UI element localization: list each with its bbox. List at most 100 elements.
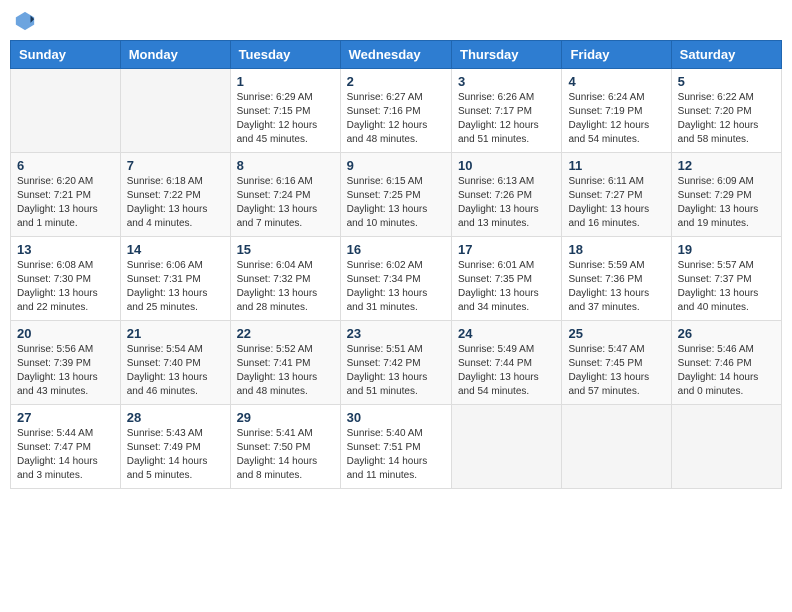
day-info: Sunrise: 6:18 AM Sunset: 7:22 PM Dayligh…: [127, 175, 224, 231]
calendar-cell: 26Sunrise: 5:46 AM Sunset: 7:46 PM Dayli…: [671, 321, 781, 405]
day-number: 8: [237, 158, 334, 173]
column-header-monday: Monday: [120, 41, 230, 69]
calendar-cell: [11, 69, 121, 153]
calendar-cell: 4 Sunrise: 6:24 AM Sunset: 7:19 PM Daylig…: [562, 69, 671, 153]
day-info: Sunrise: 6:24 AM Sunset: 7:19 PM Dayligh…: [568, 91, 664, 147]
day-info: Sunrise: 6:08 AM Sunset: 7:30 PM Dayligh…: [17, 259, 114, 315]
calendar-cell: 28 Sunrise: 5:43 AM Sunset: 7:49 PM Dayli…: [120, 405, 230, 489]
day-info: Sunrise: 5:43 AM Sunset: 7:49 PM Dayligh…: [127, 427, 224, 483]
day-info: Sunrise: 5:59 AM Sunset: 7:36 PM Dayligh…: [568, 259, 664, 315]
calendar-cell: 6Sunrise: 6:20 AM Sunset: 7:21 PM Daylig…: [11, 153, 121, 237]
day-info: Sunrise: 6:09 AM Sunset: 7:29 PM Dayligh…: [678, 175, 775, 231]
day-info: Sunrise: 6:22 AM Sunset: 7:20 PM Dayligh…: [678, 91, 775, 147]
day-info: Sunrise: 6:27 AM Sunset: 7:16 PM Dayligh…: [347, 91, 445, 147]
calendar-cell: 10 Sunrise: 6:13 AM Sunset: 7:26 PM Dayli…: [452, 153, 562, 237]
calendar-cell: 21Sunrise: 5:54 AM Sunset: 7:40 PM Dayli…: [120, 321, 230, 405]
column-header-thursday: Thursday: [452, 41, 562, 69]
day-number: 11: [568, 158, 664, 173]
day-number: 14: [127, 242, 224, 257]
day-info: Sunrise: 5:54 AM Sunset: 7:40 PM Dayligh…: [127, 343, 224, 399]
logo-icon: [14, 10, 36, 32]
calendar-cell: 16Sunrise: 6:02 AM Sunset: 7:34 PM Dayli…: [340, 237, 451, 321]
calendar-cell: [120, 69, 230, 153]
calendar-cell: 20Sunrise: 5:56 AM Sunset: 7:39 PM Dayli…: [11, 321, 121, 405]
column-header-friday: Friday: [562, 41, 671, 69]
day-number: 27: [17, 410, 114, 425]
day-number: 5: [678, 74, 775, 89]
column-header-sunday: Sunday: [11, 41, 121, 69]
calendar-cell: 13 Sunrise: 6:08 AM Sunset: 7:30 PM Dayli…: [11, 237, 121, 321]
day-info: Sunrise: 5:47 AM Sunset: 7:45 PM Dayligh…: [568, 343, 664, 399]
day-info: Sunrise: 6:13 AM Sunset: 7:26 PM Dayligh…: [458, 175, 555, 231]
calendar-cell: 22Sunrise: 5:52 AM Sunset: 7:41 PM Dayli…: [230, 321, 340, 405]
day-number: 17: [458, 242, 555, 257]
day-number: 22: [237, 326, 334, 341]
day-info: Sunrise: 6:20 AM Sunset: 7:21 PM Dayligh…: [17, 175, 114, 231]
calendar-cell: 3 Sunrise: 6:26 AM Sunset: 7:17 PM Daylig…: [452, 69, 562, 153]
calendar-cell: [562, 405, 671, 489]
day-info: Sunrise: 5:49 AM Sunset: 7:44 PM Dayligh…: [458, 343, 555, 399]
day-info: Sunrise: 5:44 AM Sunset: 7:47 PM Dayligh…: [17, 427, 114, 483]
day-number: 19: [678, 242, 775, 257]
day-number: 13: [17, 242, 114, 257]
day-info: Sunrise: 6:29 AM Sunset: 7:15 PM Dayligh…: [237, 91, 334, 147]
calendar-header-row: SundayMondayTuesdayWednesdayThursdayFrid…: [11, 41, 782, 69]
calendar-cell: 9Sunrise: 6:15 AM Sunset: 7:25 PM Daylig…: [340, 153, 451, 237]
day-info: Sunrise: 6:11 AM Sunset: 7:27 PM Dayligh…: [568, 175, 664, 231]
calendar-cell: 2 Sunrise: 6:27 AM Sunset: 7:16 PM Daylig…: [340, 69, 451, 153]
day-number: 16: [347, 242, 445, 257]
calendar-week-row: 27 Sunrise: 5:44 AM Sunset: 7:47 PM Dayli…: [11, 405, 782, 489]
calendar-cell: 24 Sunrise: 5:49 AM Sunset: 7:44 PM Dayli…: [452, 321, 562, 405]
calendar-cell: 14 Sunrise: 6:06 AM Sunset: 7:31 PM Dayli…: [120, 237, 230, 321]
calendar-week-row: 20Sunrise: 5:56 AM Sunset: 7:39 PM Dayli…: [11, 321, 782, 405]
calendar-cell: 25 Sunrise: 5:47 AM Sunset: 7:45 PM Dayli…: [562, 321, 671, 405]
calendar-cell: 5 Sunrise: 6:22 AM Sunset: 7:20 PM Daylig…: [671, 69, 781, 153]
logo: [14, 10, 38, 32]
day-info: Sunrise: 6:06 AM Sunset: 7:31 PM Dayligh…: [127, 259, 224, 315]
calendar-table: SundayMondayTuesdayWednesdayThursdayFrid…: [10, 40, 782, 489]
day-number: 25: [568, 326, 664, 341]
day-number: 18: [568, 242, 664, 257]
day-number: 30: [347, 410, 445, 425]
calendar-cell: [452, 405, 562, 489]
calendar-cell: 19 Sunrise: 5:57 AM Sunset: 7:37 PM Dayli…: [671, 237, 781, 321]
day-number: 1: [237, 74, 334, 89]
calendar-week-row: 13 Sunrise: 6:08 AM Sunset: 7:30 PM Dayli…: [11, 237, 782, 321]
day-number: 2: [347, 74, 445, 89]
day-number: 10: [458, 158, 555, 173]
calendar-cell: 15 Sunrise: 6:04 AM Sunset: 7:32 PM Dayli…: [230, 237, 340, 321]
calendar-week-row: 1 Sunrise: 6:29 AM Sunset: 7:15 PM Daylig…: [11, 69, 782, 153]
column-header-wednesday: Wednesday: [340, 41, 451, 69]
calendar-cell: 11 Sunrise: 6:11 AM Sunset: 7:27 PM Dayli…: [562, 153, 671, 237]
day-info: Sunrise: 6:26 AM Sunset: 7:17 PM Dayligh…: [458, 91, 555, 147]
calendar-cell: 30 Sunrise: 5:40 AM Sunset: 7:51 PM Dayli…: [340, 405, 451, 489]
day-number: 28: [127, 410, 224, 425]
day-number: 7: [127, 158, 224, 173]
calendar-cell: 18 Sunrise: 5:59 AM Sunset: 7:36 PM Dayli…: [562, 237, 671, 321]
calendar-cell: 1 Sunrise: 6:29 AM Sunset: 7:15 PM Daylig…: [230, 69, 340, 153]
day-number: 23: [347, 326, 445, 341]
calendar-cell: 7 Sunrise: 6:18 AM Sunset: 7:22 PM Daylig…: [120, 153, 230, 237]
calendar-cell: 12 Sunrise: 6:09 AM Sunset: 7:29 PM Dayli…: [671, 153, 781, 237]
day-info: Sunrise: 5:41 AM Sunset: 7:50 PM Dayligh…: [237, 427, 334, 483]
page-header: [10, 10, 782, 32]
day-info: Sunrise: 6:01 AM Sunset: 7:35 PM Dayligh…: [458, 259, 555, 315]
day-info: Sunrise: 6:04 AM Sunset: 7:32 PM Dayligh…: [237, 259, 334, 315]
day-info: Sunrise: 5:57 AM Sunset: 7:37 PM Dayligh…: [678, 259, 775, 315]
day-number: 24: [458, 326, 555, 341]
day-number: 20: [17, 326, 114, 341]
calendar-week-row: 6Sunrise: 6:20 AM Sunset: 7:21 PM Daylig…: [11, 153, 782, 237]
day-info: Sunrise: 5:46 AM Sunset: 7:46 PM Dayligh…: [678, 343, 775, 399]
day-info: Sunrise: 6:15 AM Sunset: 7:25 PM Dayligh…: [347, 175, 445, 231]
day-number: 4: [568, 74, 664, 89]
day-info: Sunrise: 6:16 AM Sunset: 7:24 PM Dayligh…: [237, 175, 334, 231]
calendar-cell: 17 Sunrise: 6:01 AM Sunset: 7:35 PM Dayli…: [452, 237, 562, 321]
day-number: 12: [678, 158, 775, 173]
day-number: 29: [237, 410, 334, 425]
calendar-cell: 8 Sunrise: 6:16 AM Sunset: 7:24 PM Daylig…: [230, 153, 340, 237]
calendar-cell: [671, 405, 781, 489]
day-number: 3: [458, 74, 555, 89]
day-number: 15: [237, 242, 334, 257]
calendar-cell: 29 Sunrise: 5:41 AM Sunset: 7:50 PM Dayli…: [230, 405, 340, 489]
day-info: Sunrise: 5:40 AM Sunset: 7:51 PM Dayligh…: [347, 427, 445, 483]
